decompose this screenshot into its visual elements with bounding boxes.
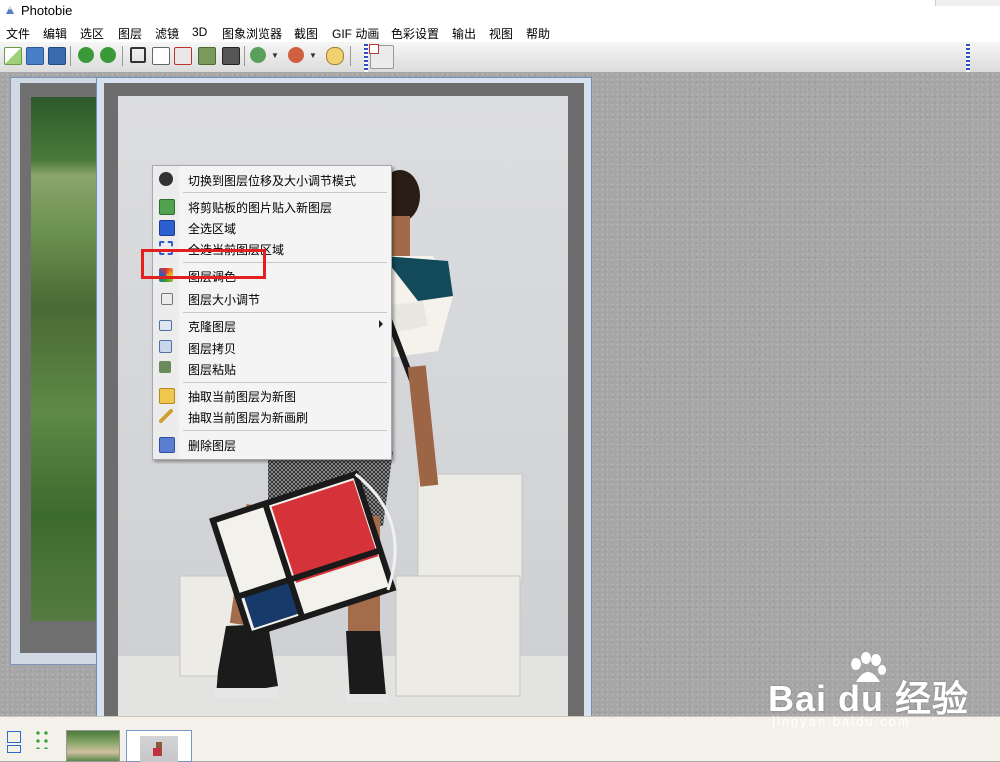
menu-item-layer-resize[interactable]: 图层大小调节 bbox=[153, 288, 391, 308]
menu-item-label: 抽取当前图层为新画刷 bbox=[188, 411, 309, 425]
app-icon bbox=[6, 6, 14, 14]
menu-output[interactable]: 输出 bbox=[452, 25, 476, 42]
extract-image-icon bbox=[159, 388, 175, 404]
menu-item-select-all[interactable]: 全选区域 bbox=[153, 217, 391, 237]
paste-icon[interactable] bbox=[198, 47, 216, 65]
menu-item-extract-new-brush[interactable]: 抽取当前图层为新画刷 bbox=[153, 406, 391, 426]
dropdown-arrow-icon[interactable]: ▼ bbox=[271, 51, 279, 60]
title-bar: Photobie bbox=[0, 0, 1000, 22]
menu-filter[interactable]: 滤镜 bbox=[155, 25, 179, 42]
menu-bar: 文件 编辑 选区 图层 滤镜 3D 图象浏览器 截图 GIF 动画 色彩设置 输… bbox=[0, 22, 1000, 42]
menu-item-label: 图层粘贴 bbox=[188, 363, 237, 377]
watermark-url: jingyan.baidu.com bbox=[772, 714, 911, 729]
new-file-icon[interactable] bbox=[4, 47, 22, 65]
thumbnail-image-2[interactable] bbox=[126, 730, 192, 762]
undo-icon[interactable] bbox=[78, 47, 94, 63]
save-icon[interactable] bbox=[48, 47, 66, 65]
select-all-icon bbox=[159, 220, 175, 236]
menu-selection[interactable]: 选区 bbox=[80, 25, 104, 42]
layer-copy-icon bbox=[159, 340, 172, 353]
toolbar: ▼ ▼ bbox=[0, 42, 1000, 73]
secondary-photo[interactable] bbox=[31, 97, 99, 621]
menu-item-label: 全选区域 bbox=[188, 222, 237, 236]
expand-icon[interactable] bbox=[34, 729, 50, 749]
menu-item-layer-copy[interactable]: 图层拷贝 bbox=[153, 337, 391, 357]
menu-file[interactable]: 文件 bbox=[6, 25, 30, 42]
window-title: Photobie bbox=[21, 3, 73, 18]
layer-paste-icon bbox=[159, 361, 171, 373]
window-layout-icon[interactable] bbox=[7, 745, 21, 753]
menu-item-label: 将剪贴板的图片贴入新图层 bbox=[188, 201, 333, 215]
paste-layer-icon bbox=[159, 199, 175, 215]
crop-icon[interactable] bbox=[130, 47, 146, 63]
toolbar-separator bbox=[70, 46, 71, 66]
menu-item-extract-new-image[interactable]: 抽取当前图层为新图 bbox=[153, 385, 391, 405]
toolbar-grip[interactable] bbox=[966, 44, 970, 72]
menu-separator bbox=[183, 192, 387, 193]
menu-separator bbox=[183, 382, 387, 383]
menu-screenshot[interactable]: 截图 bbox=[294, 25, 318, 42]
layer-context-menu: 切换到图层位移及大小调节模式 将剪贴板的图片贴入新图层 全选区域 全选当前图层区… bbox=[152, 165, 392, 460]
menu-item-move-resize-mode[interactable]: 切换到图层位移及大小调节模式 bbox=[153, 169, 391, 189]
submenu-arrow-icon bbox=[379, 320, 383, 328]
move-resize-icon bbox=[159, 172, 173, 186]
close-small-icon[interactable] bbox=[369, 44, 379, 54]
menu-edit[interactable]: 编辑 bbox=[43, 25, 67, 42]
clone-icon bbox=[159, 320, 172, 331]
zoom-fit-icon[interactable] bbox=[326, 47, 344, 65]
menu-item-delete-layer[interactable]: 删除图层 bbox=[153, 434, 391, 454]
zoom-in-icon[interactable] bbox=[250, 47, 266, 63]
menu-image-browser[interactable]: 图象浏览器 bbox=[222, 25, 282, 42]
menu-view[interactable]: 视图 bbox=[489, 25, 513, 42]
menu-color-settings[interactable]: 色彩设置 bbox=[391, 25, 439, 42]
menu-item-clone-layer[interactable]: 克隆图层 bbox=[153, 315, 391, 335]
redo-icon[interactable] bbox=[100, 47, 116, 63]
toolbar-separator bbox=[350, 46, 351, 66]
menu-3d[interactable]: 3D bbox=[192, 25, 207, 39]
menu-item-label: 切换到图层位移及大小调节模式 bbox=[188, 174, 357, 188]
menu-separator bbox=[183, 430, 387, 431]
paste-new-icon[interactable] bbox=[222, 47, 240, 65]
zoom-out-icon[interactable] bbox=[288, 47, 304, 63]
menu-gif-animation[interactable]: GIF 动画 bbox=[332, 25, 379, 42]
highlight-annotation bbox=[141, 249, 266, 279]
dropdown-arrow-icon[interactable]: ▼ bbox=[309, 51, 317, 60]
extract-brush-icon bbox=[159, 409, 173, 423]
menu-help[interactable]: 帮助 bbox=[526, 25, 550, 42]
menu-item-paste-new-layer[interactable]: 将剪贴板的图片贴入新图层 bbox=[153, 196, 391, 216]
copy-icon[interactable] bbox=[152, 47, 170, 65]
open-icon[interactable] bbox=[26, 47, 44, 65]
thumbnail-image-1[interactable] bbox=[66, 730, 120, 762]
menu-layer[interactable]: 图层 bbox=[118, 25, 142, 42]
window-controls[interactable] bbox=[935, 0, 1000, 6]
menu-item-layer-paste[interactable]: 图层粘贴 bbox=[153, 358, 391, 378]
menu-item-label: 图层拷贝 bbox=[188, 342, 237, 356]
resize-icon bbox=[161, 293, 173, 305]
menu-separator bbox=[183, 312, 387, 313]
delete-layer-icon bbox=[159, 437, 175, 453]
menu-item-label: 删除图层 bbox=[188, 439, 237, 453]
menu-item-label: 克隆图层 bbox=[188, 320, 237, 334]
cut-icon[interactable] bbox=[174, 47, 192, 65]
toolbar-grip[interactable] bbox=[364, 44, 368, 72]
toolbar-separator bbox=[244, 46, 245, 66]
menu-item-label: 图层大小调节 bbox=[188, 293, 261, 307]
toolbar-separator bbox=[122, 46, 123, 66]
window-layout-icon[interactable] bbox=[7, 731, 21, 743]
baidu-jingyan-watermark: Bai du 经验 jingyan.baidu.com bbox=[760, 650, 1000, 740]
menu-item-label: 抽取当前图层为新图 bbox=[188, 390, 297, 404]
